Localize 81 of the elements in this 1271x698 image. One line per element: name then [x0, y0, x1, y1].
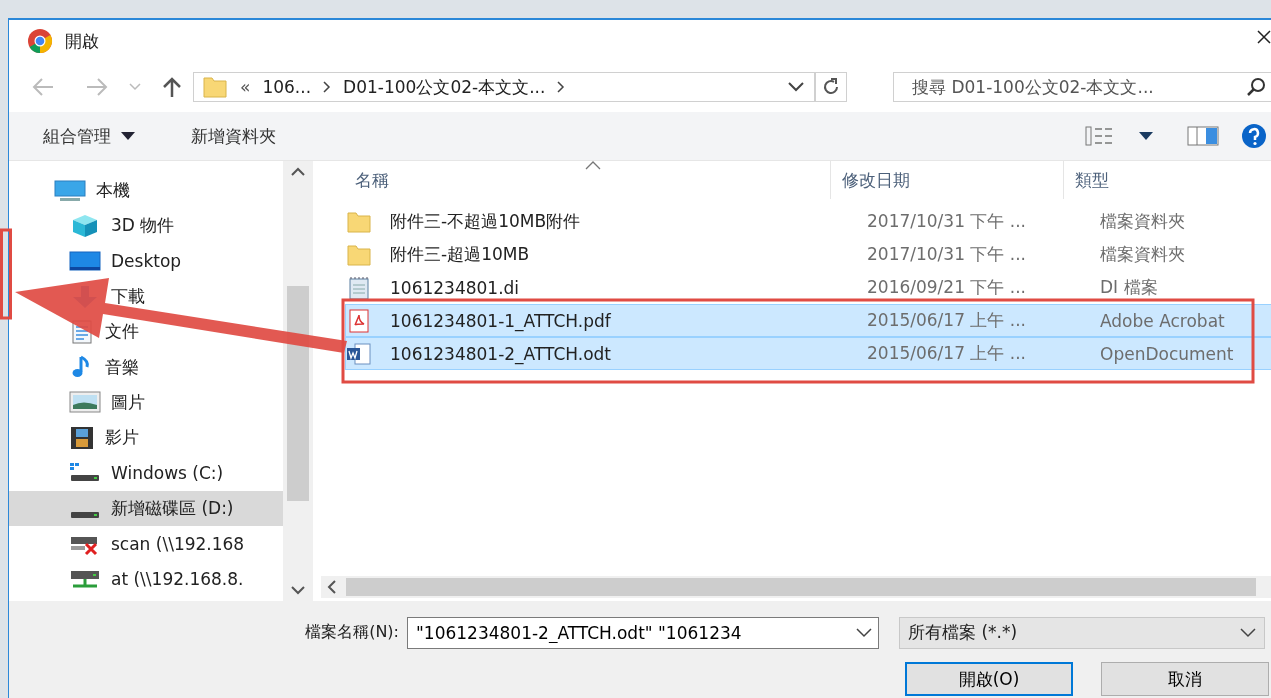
sidebar-item[interactable]: 新增磁碟區 (D:) — [9, 490, 283, 526]
column-header[interactable]: 名稱 — [321, 161, 831, 199]
vertical-scrollbar[interactable] — [283, 161, 313, 601]
word-document-icon — [346, 341, 372, 366]
refresh-icon — [822, 78, 840, 96]
file-name: 1061234801.di — [389, 277, 521, 298]
organize-menu[interactable]: 組合管理 — [35, 120, 143, 152]
file-name: 附件三-超過10MB — [389, 243, 531, 266]
up-arrow-icon[interactable] — [161, 76, 183, 98]
modified-date: 2016/09/21 下午 ... — [866, 276, 1027, 299]
browser-logo-icon — [27, 28, 53, 54]
monitor-icon — [54, 179, 86, 202]
desktop-icon — [69, 250, 101, 273]
column-header[interactable]: 修改日期 — [831, 161, 1064, 199]
new-folder-button[interactable]: 新增資料夾 — [183, 120, 284, 152]
file-type: 檔案資料夾 — [1099, 243, 1186, 266]
horizontal-scrollbar[interactable] — [321, 576, 1271, 598]
sidebar-item[interactable]: 本機 — [9, 173, 134, 209]
scrollbar-thumb[interactable] — [346, 578, 1256, 596]
chevron-down-icon — [1240, 627, 1256, 638]
modified-date: 2015/06/17 上午 ... — [866, 309, 1027, 332]
system-drive-icon — [69, 462, 101, 484]
chevron-right-icon[interactable] — [323, 81, 332, 93]
dropdown-triangle-icon[interactable] — [1139, 132, 1153, 140]
cancel-button[interactable]: 取消 — [1101, 662, 1269, 697]
modified-date: 2017/10/31 下午 ... — [866, 243, 1027, 266]
file-row[interactable]: 附件三-不超過10MB附件 2017/10/31 下午 ... 檔案資料夾 — [345, 205, 1271, 238]
sidebar-item[interactable]: 圖片 — [9, 384, 149, 421]
sidebar-item[interactable]: Windows (C:) — [9, 455, 228, 491]
help-icon[interactable] — [1241, 123, 1267, 149]
drive-icon — [69, 511, 101, 520]
chevron-down-icon[interactable] — [856, 627, 872, 638]
overflow-chevron[interactable]: « — [240, 77, 251, 97]
sidebar-item[interactable]: 影片 — [9, 420, 143, 456]
file-row[interactable]: 1061234801.di 2016/09/21 下午 ... DI 檔案 — [345, 271, 1271, 304]
refresh-button[interactable] — [815, 72, 847, 102]
scrollbar-thumb[interactable] — [287, 286, 309, 501]
scroll-down-icon[interactable] — [291, 586, 305, 595]
file-row[interactable]: 1061234801-2_ATTCH.odt 2015/06/17 上午 ... OpenDocument — [345, 337, 1271, 370]
breadcrumb[interactable]: D01-100公文02-本文文... — [343, 75, 546, 99]
folder-icon — [346, 242, 372, 267]
sidebar-item[interactable]: at (\\192.168.8. — [9, 561, 248, 597]
file-name-label: 檔案名稱(N): — [305, 622, 400, 644]
window-title: 開啟 — [65, 29, 99, 53]
film-strip-icon — [69, 424, 95, 451]
file-name: 附件三-不超過10MB附件 — [389, 210, 582, 233]
file-type: 檔案資料夾 — [1099, 210, 1186, 233]
chevron-right-icon[interactable] — [557, 81, 566, 93]
file-name: 1061234801-2_ATTCH.odt — [389, 343, 612, 364]
preview-pane-icon[interactable] — [1187, 126, 1219, 146]
modified-date: 2017/10/31 下午 ... — [866, 210, 1027, 233]
sidebar-item[interactable]: scan (\\192.168 — [9, 525, 249, 562]
modified-date: 2015/06/17 上午 ... — [866, 342, 1027, 365]
file-type: DI 檔案 — [1099, 276, 1159, 299]
sidebar-item[interactable]: Desktop — [9, 243, 186, 279]
file-row[interactable]: 1061234801-1_ATTCH.pdf 2015/06/17 上午 ... Adobe Acrobat — [345, 304, 1271, 337]
address-bar[interactable]: « 106... D01-100公文02-本文文... — [193, 72, 815, 102]
landscape-picture-icon — [69, 391, 101, 414]
search-field[interactable]: 搜尋 D01-100公文02-本文文... — [893, 72, 1271, 102]
folder-icon — [346, 209, 372, 234]
pdf-file-icon — [346, 308, 372, 333]
dropdown-triangle-icon — [121, 132, 135, 140]
sort-caret-icon — [585, 161, 601, 170]
file-type-dropdown[interactable]: 所有檔案 (*.*) — [899, 616, 1265, 649]
file-row[interactable]: 附件三-超過10MB 2017/10/31 下午 ... 檔案資料夾 — [345, 238, 1271, 271]
chevron-down-icon[interactable] — [788, 82, 804, 92]
file-name-field[interactable]: "1061234801-2_ATTCH.odt" "1061234 — [407, 616, 879, 649]
notepad-icon — [346, 275, 372, 300]
file-type: OpenDocument — [1099, 343, 1235, 364]
scroll-up-icon[interactable] — [291, 167, 305, 176]
file-type: Adobe Acrobat — [1099, 310, 1226, 331]
file-name: 1061234801-1_ATTCH.pdf — [389, 310, 612, 331]
sidebar-item[interactable]: 3D 物件 — [9, 208, 179, 244]
close-icon[interactable] — [1257, 30, 1271, 44]
column-header[interactable]: 類型 — [1064, 161, 1271, 199]
search-icon[interactable] — [1246, 77, 1266, 97]
breadcrumb[interactable]: 106... — [262, 77, 312, 97]
sidebar-item[interactable]: 音樂 — [9, 349, 143, 385]
folder-icon — [202, 75, 228, 99]
scroll-left-icon[interactable] — [327, 580, 336, 594]
open-button[interactable]: 開啟(O) — [905, 662, 1073, 697]
